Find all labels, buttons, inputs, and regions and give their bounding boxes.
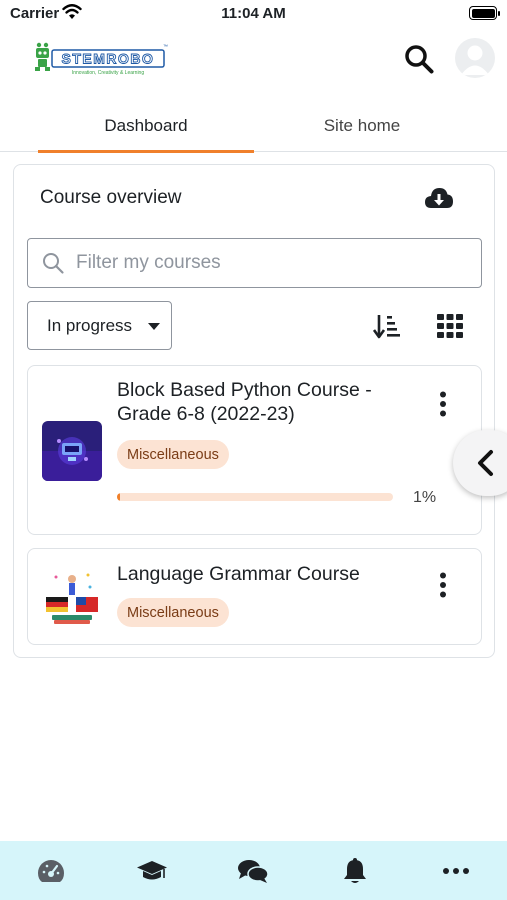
course-card[interactable]: Block Based Python Course - Grade 6-8 (2… [27,365,482,535]
grid-view-icon [437,314,463,338]
main-tabs: Dashboard Site home [0,100,507,153]
stemrobo-logo[interactable]: STEMROBO Innovation, Creativity & Learni… [33,40,168,78]
chevron-down-icon [148,323,160,330]
course-image-python[interactable] [42,421,102,481]
tab-my-courses[interactable] [122,841,182,900]
dashboard-gauge-icon [38,859,64,882]
cloud-download-icon [425,188,453,208]
tab-dashboard[interactable]: Dashboard [38,100,254,153]
chevron-left-icon [478,450,493,476]
sort-button[interactable] [369,309,405,343]
logo-mark: STEMROBO Innovation, Creativity & Learni… [35,42,168,76]
chat-bubbles-icon [238,859,269,883]
course-overview-block: Course overview In progress [13,164,495,658]
course-overview-title: Course overview [40,187,182,208]
logo-tagline: Innovation, Creativity & Learning [72,70,144,76]
course-image-grammar[interactable] [42,567,102,627]
more-vertical-icon [440,572,446,598]
bottom-tab-bar [0,841,507,900]
user-icon [461,45,489,75]
tab-messages[interactable] [223,841,283,900]
search-icon [405,45,434,74]
bell-icon [344,857,366,883]
course-title[interactable]: Language Grammar Course [117,562,412,586]
tab-site-home[interactable]: Site home [254,100,470,152]
clock: 11:04 AM [221,5,286,22]
status-bar: Carrier 11:04 AM [0,0,507,28]
course-menu-button[interactable] [428,565,458,605]
battery-icon [469,6,500,20]
category-badge: Miscellaneous [117,598,229,627]
more-vertical-icon [440,391,446,417]
course-card[interactable]: Language Grammar Course Miscellaneous [27,548,482,645]
progress-filter-label: In progress [47,315,133,335]
course-progress-fill [117,493,120,501]
tab-dashboard-bottom[interactable] [21,841,81,900]
course-progress-bar [117,493,393,501]
app-screen: Carrier 11:04 AM STEMROBO Innovation, Cr… [0,0,507,900]
course-progress-label: 1% [413,489,437,506]
progress-filter-select[interactable]: In progress [27,301,172,350]
graduation-cap-icon [137,860,167,879]
header-search-button[interactable] [401,41,437,77]
search-icon [41,251,65,280]
download-courses-button[interactable] [420,181,458,215]
course-menu-button[interactable] [428,384,458,424]
grid-view-button[interactable] [432,309,468,343]
category-badge: Miscellaneous [117,440,229,469]
user-avatar[interactable] [455,38,495,78]
tab-notifications[interactable] [325,841,385,900]
tab-more[interactable] [426,841,486,900]
course-filter-search [27,238,482,288]
logo-wordmark: STEMROBO [62,51,155,67]
filter-courses-input[interactable] [76,247,471,279]
svg-text:™: ™ [163,44,168,50]
sort-icon [373,315,400,339]
more-icon [443,867,469,874]
course-title[interactable]: Block Based Python Course - Grade 6-8 (2… [117,378,412,426]
